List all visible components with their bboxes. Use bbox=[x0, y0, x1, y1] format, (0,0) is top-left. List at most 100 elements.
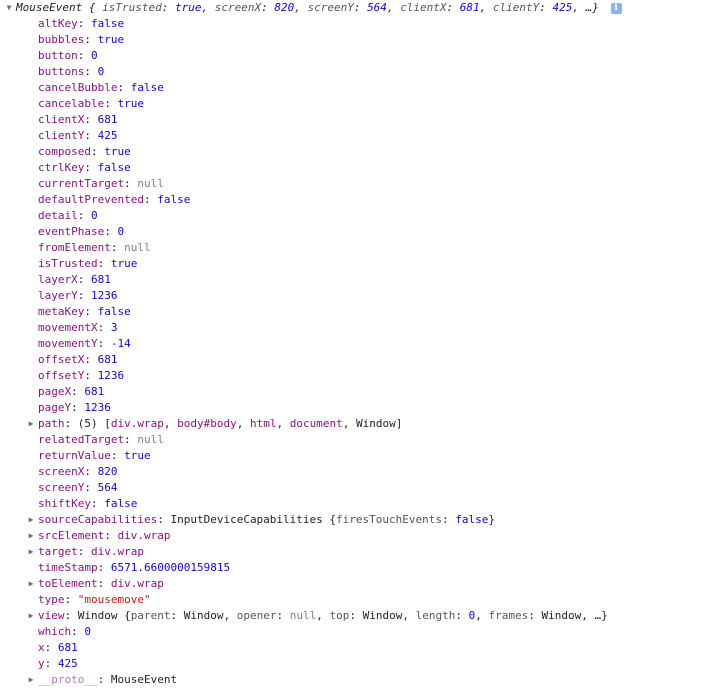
key-separator: : bbox=[84, 129, 98, 142]
preview-key: screenY bbox=[307, 1, 354, 14]
property-value: 820 bbox=[97, 465, 118, 478]
preview-key: clientY bbox=[492, 1, 540, 14]
collapsed-triangle-icon[interactable]: ▶ bbox=[26, 544, 36, 560]
property-value: 681 bbox=[57, 641, 78, 654]
property-key: eventPhase bbox=[38, 225, 105, 238]
property-key: which bbox=[38, 625, 72, 638]
array-count: (5) bbox=[77, 417, 98, 430]
property-key: isTrusted bbox=[38, 257, 98, 270]
property-value: 564 bbox=[97, 481, 118, 494]
key-separator: : bbox=[97, 577, 111, 590]
key-separator: : bbox=[84, 305, 98, 318]
property-value: false bbox=[97, 161, 131, 174]
property-value: true bbox=[117, 97, 144, 110]
property-key: buttons bbox=[38, 65, 85, 78]
key-separator: : bbox=[110, 449, 125, 462]
object-class-name: InputDeviceCapabilities bbox=[170, 513, 323, 526]
property-key: altKey bbox=[38, 17, 78, 30]
property-key: srcElement bbox=[38, 529, 105, 542]
property-row-y: y: 425 bbox=[0, 656, 726, 672]
key-separator: : bbox=[44, 657, 58, 670]
mouse-event-header[interactable]: ▼ MouseEvent { isTrusted: true, screenX:… bbox=[0, 0, 726, 16]
property-key: defaultPrevented bbox=[38, 193, 144, 206]
key-separator: : bbox=[104, 529, 118, 542]
key-separator: : bbox=[77, 545, 91, 558]
property-value: null bbox=[137, 433, 164, 446]
preview-value: 681 bbox=[459, 1, 480, 14]
property-value: true bbox=[97, 33, 125, 46]
preview-key: firesTouchEvents bbox=[336, 513, 443, 526]
array-item: html bbox=[249, 417, 277, 430]
array-item: Window bbox=[355, 417, 396, 430]
property-key: layerX bbox=[38, 273, 78, 286]
key-separator: : bbox=[110, 241, 125, 254]
collapsed-triangle-icon[interactable]: ▶ bbox=[26, 416, 36, 432]
property-row-returnValue: returnValue: true bbox=[0, 448, 726, 464]
collapsed-triangle-icon[interactable]: ▶ bbox=[26, 576, 36, 592]
property-row-currentTarget: currentTarget: null bbox=[0, 176, 726, 192]
collapsed-triangle-icon[interactable]: ▶ bbox=[26, 608, 36, 624]
key-separator: : bbox=[77, 49, 91, 62]
key-separator: : bbox=[84, 33, 98, 46]
property-key: timeStamp bbox=[38, 561, 98, 574]
key-separator: : bbox=[84, 113, 98, 126]
key-separator: : bbox=[124, 177, 138, 190]
property-row-target[interactable]: ▶ target: div.wrap bbox=[0, 544, 726, 560]
preview-value: true bbox=[174, 1, 202, 14]
property-key: layerY bbox=[38, 289, 78, 302]
key-separator: : bbox=[77, 289, 91, 302]
property-row-which: which: 0 bbox=[0, 624, 726, 640]
property-key: movementY bbox=[38, 337, 98, 350]
property-key: clientX bbox=[38, 113, 85, 126]
property-row-shiftKey: shiftKey: false bbox=[0, 496, 726, 512]
property-row-toElement[interactable]: ▶ toElement: div.wrap bbox=[0, 576, 726, 592]
property-row-path[interactable]: ▶ path: (5) [div.wrap, body#body, html, d… bbox=[0, 416, 726, 432]
property-key: bubbles bbox=[38, 33, 85, 46]
property-key: pageX bbox=[38, 385, 72, 398]
property-key: __proto__ bbox=[38, 673, 98, 686]
property-row-view[interactable]: ▶ view: Window {parent: Window, opener: n… bbox=[0, 608, 726, 624]
property-value: 1236 bbox=[91, 289, 118, 302]
property-row-sourceCapabilities[interactable]: ▶ sourceCapabilities: InputDeviceCapabili… bbox=[0, 512, 726, 528]
object-type-name: MouseEvent bbox=[16, 1, 83, 14]
property-key: cancelBubble bbox=[38, 81, 118, 94]
property-key: offsetX bbox=[38, 353, 85, 366]
property-value: false bbox=[130, 81, 164, 94]
property-row-x: x: 681 bbox=[0, 640, 726, 656]
key-separator: : bbox=[90, 497, 105, 510]
property-row-proto[interactable]: ▶ __proto__: MouseEvent bbox=[0, 672, 726, 688]
property-row-defaultPrevented: defaultPrevented: false bbox=[0, 192, 726, 208]
property-key: fromElement bbox=[38, 241, 111, 254]
expanded-triangle-icon[interactable]: ▼ bbox=[4, 0, 14, 16]
preview-key: length bbox=[415, 609, 456, 622]
array-item: body#body bbox=[177, 417, 237, 430]
property-value: div.wrap bbox=[117, 529, 171, 542]
preview-value: null bbox=[289, 609, 317, 622]
property-list: altKey: false bubbles: true button: 0 butto… bbox=[0, 16, 726, 688]
collapsed-triangle-icon[interactable]: ▶ bbox=[26, 672, 36, 688]
property-key: screenX bbox=[38, 465, 85, 478]
property-row-screenY: screenY: 564 bbox=[0, 480, 726, 496]
property-row-fromElement: fromElement: null bbox=[0, 240, 726, 256]
property-value: "mousemove" bbox=[77, 593, 151, 606]
key-separator: : bbox=[90, 145, 105, 158]
key-separator: : bbox=[77, 209, 91, 222]
property-key: offsetY bbox=[38, 369, 85, 382]
property-value: 1236 bbox=[84, 401, 111, 414]
property-row-srcElement[interactable]: ▶ srcElement: div.wrap bbox=[0, 528, 726, 544]
key-separator: : bbox=[143, 193, 158, 206]
property-row-offsetY: offsetY: 1236 bbox=[0, 368, 726, 384]
preview-value: 820 bbox=[274, 1, 295, 14]
property-key: x bbox=[38, 641, 45, 654]
property-row-layerY: layerY: 1236 bbox=[0, 288, 726, 304]
property-key: ctrlKey bbox=[38, 161, 85, 174]
collapsed-triangle-icon[interactable]: ▶ bbox=[26, 528, 36, 544]
preview-value: Window bbox=[183, 609, 224, 622]
info-icon[interactable]: i bbox=[610, 2, 622, 14]
property-key: composed bbox=[38, 145, 91, 158]
collapsed-triangle-icon[interactable]: ▶ bbox=[26, 512, 36, 528]
header-preview-fields: isTrusted: true, screenX: 820, screenY: … bbox=[102, 1, 586, 14]
property-key: returnValue bbox=[38, 449, 111, 462]
key-separator: : bbox=[64, 417, 78, 430]
property-value: true bbox=[104, 145, 131, 158]
